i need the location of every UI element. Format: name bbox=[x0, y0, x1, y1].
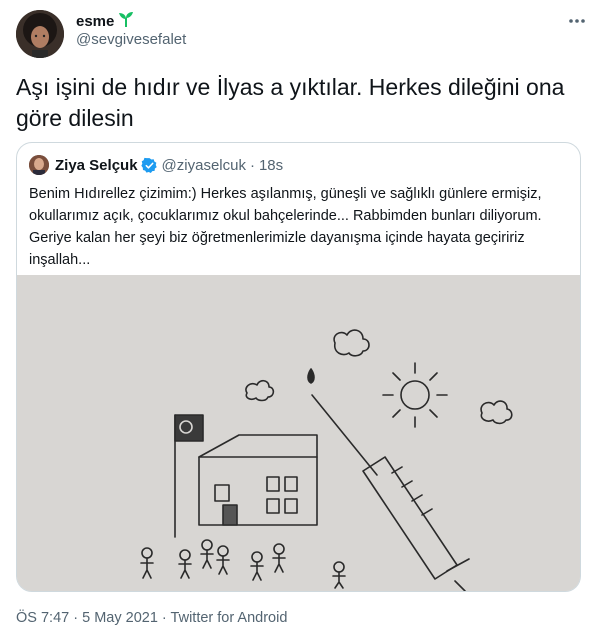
more-options-icon[interactable] bbox=[567, 14, 587, 26]
quoted-tweet-card[interactable]: Ziya Selçuk @ziyaselcuk · 18s Benim Hıdı… bbox=[16, 142, 581, 592]
author-name[interactable]: esme bbox=[76, 13, 114, 30]
tweet-text: Aşı işini de hıdır ve İlyas a yıktılar. … bbox=[16, 74, 565, 131]
meta-separator: · bbox=[73, 610, 79, 626]
quoted-tweet-image[interactable] bbox=[17, 275, 580, 591]
verified-badge-icon bbox=[140, 157, 158, 174]
tweet-date[interactable]: 5 May 2021 bbox=[82, 610, 158, 626]
quoted-author-avatar bbox=[29, 155, 49, 175]
quoted-timestamp: 18s bbox=[258, 156, 284, 174]
author-avatar[interactable] bbox=[16, 10, 64, 58]
tweet-time[interactable]: ÖS 7:47 bbox=[16, 610, 69, 626]
quoted-separator: · bbox=[249, 156, 255, 174]
meta-separator: · bbox=[161, 610, 167, 626]
quoted-author-handle: @ziyaselcuk bbox=[161, 156, 246, 174]
quoted-tweet-header: Ziya Selçuk @ziyaselcuk · 18s bbox=[29, 155, 283, 175]
drawing-illustration bbox=[17, 275, 580, 591]
tweet-meta: ÖS 7:47 · 5 May 2021 · Twitter for Andro… bbox=[16, 610, 287, 626]
quoted-tweet-text: Benim Hıdırellez çizimim:) Herkes aşılan… bbox=[29, 186, 542, 268]
tweet: esme @sevgivesefalet Aşı işini de hıdır … bbox=[0, 0, 605, 642]
quoted-author-name: Ziya Selçuk bbox=[55, 156, 138, 174]
tweet-source[interactable]: Twitter for Android bbox=[171, 610, 288, 626]
author-handle[interactable]: @sevgivesefalet bbox=[76, 31, 186, 48]
seedling-icon bbox=[117, 10, 135, 32]
author-name-row[interactable]: esme bbox=[76, 10, 135, 32]
